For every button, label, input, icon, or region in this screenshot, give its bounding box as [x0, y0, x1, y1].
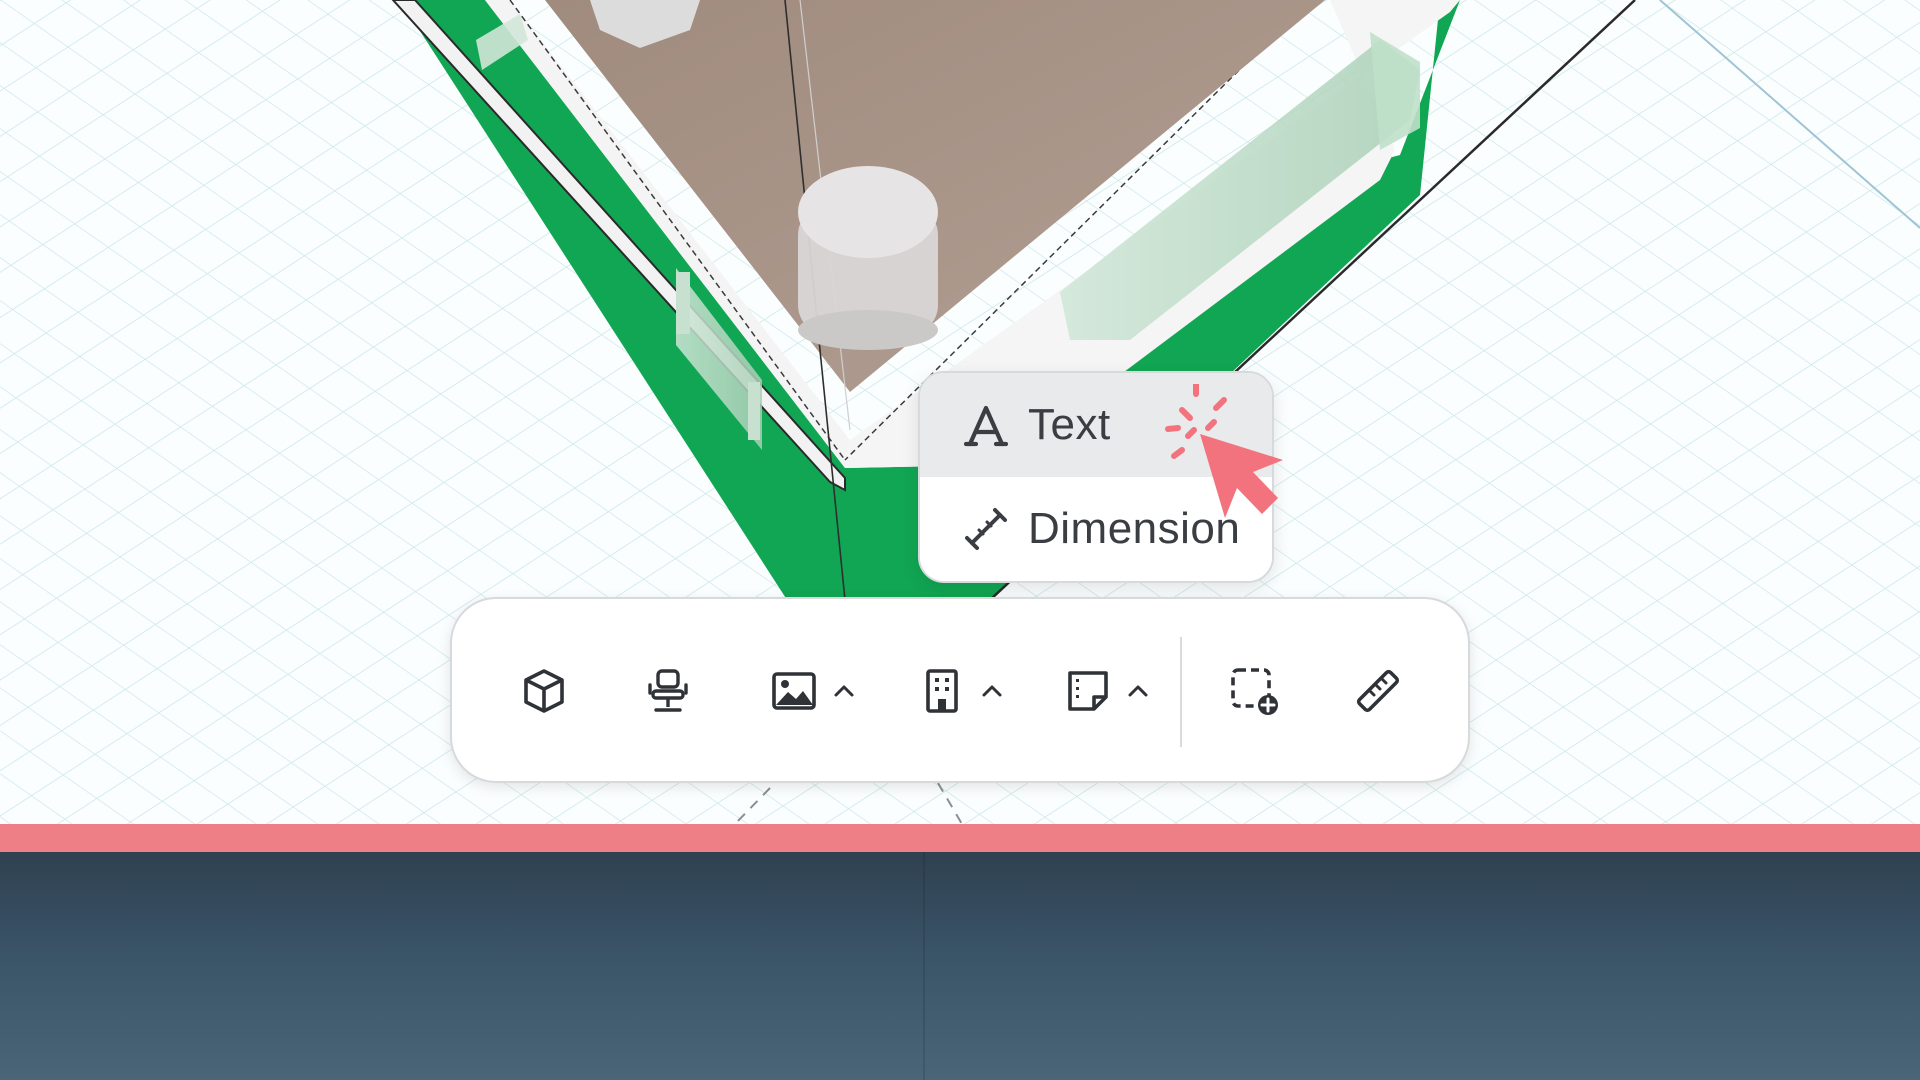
chevron-up-icon[interactable]	[1126, 683, 1150, 699]
office-chair-icon	[644, 667, 692, 715]
cube-icon	[520, 667, 568, 715]
menu-item-text[interactable]: Text	[920, 373, 1272, 477]
sticky-note-icon	[1064, 667, 1112, 715]
chevron-up-icon[interactable]	[832, 683, 856, 699]
background-footer	[0, 852, 1920, 1080]
letter-a-icon	[962, 401, 1010, 449]
menu-item-dimension[interactable]: Dimension	[920, 477, 1272, 581]
building-icon	[918, 667, 966, 715]
dashed-square-plus-icon	[1228, 665, 1280, 717]
image-tool[interactable]	[770, 657, 856, 725]
add-area-tool[interactable]	[1228, 657, 1280, 725]
image-icon	[770, 667, 818, 715]
building-tool[interactable]	[918, 657, 1004, 725]
chevron-up-icon[interactable]	[980, 683, 1004, 699]
app-window: Text Dimension	[0, 0, 1920, 1080]
menu-item-label: Dimension	[1028, 504, 1241, 553]
furniture-tool[interactable]	[644, 657, 692, 725]
stool-object	[798, 166, 938, 350]
dimension-arrow-icon	[962, 505, 1010, 553]
bottom-toolbar	[450, 597, 1470, 783]
ruler-icon	[1354, 667, 1402, 715]
accent-bar	[0, 824, 1920, 852]
footer-seam	[923, 852, 925, 1080]
3d-box-tool[interactable]	[520, 657, 568, 725]
menu-item-label: Text	[1028, 400, 1111, 449]
toolbar-divider	[1180, 637, 1182, 747]
measure-tool[interactable]	[1354, 657, 1402, 725]
annotation-popup-menu: Text Dimension	[918, 371, 1274, 583]
note-tool[interactable]	[1064, 657, 1150, 725]
